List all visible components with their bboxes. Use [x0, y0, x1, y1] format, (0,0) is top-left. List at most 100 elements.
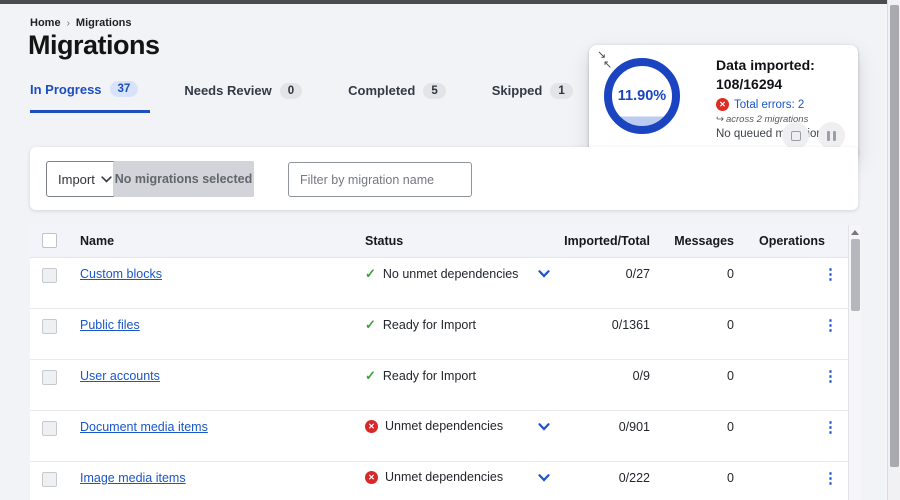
table-row: Custom blocks ✓ No unmet dependencies 0/…: [30, 258, 848, 309]
messages-cell: 0: [727, 267, 734, 281]
total-errors-row: ✕ Total errors: 2: [716, 98, 852, 111]
error-circle-icon: ✕: [716, 98, 729, 111]
tab-count-badge: 0: [279, 82, 303, 99]
migration-link[interactable]: Public files: [80, 318, 140, 332]
column-header-messages: Messages: [674, 234, 734, 248]
data-imported-value: 108/16294: [716, 76, 783, 92]
table-row: Image media items ✕ Unmet dependencies 0…: [30, 462, 848, 500]
operations-kebab-icon[interactable]: ⋮: [823, 266, 838, 284]
page-scrollbar-thumb[interactable]: [890, 5, 899, 467]
actions-toolbar: Import No migrations selected: [30, 147, 858, 210]
expand-chevron-icon[interactable]: [538, 270, 550, 278]
progress-circle: 11.90%: [604, 58, 680, 134]
page-scrollbar[interactable]: [887, 0, 900, 500]
column-header-imported-total: Imported/Total: [564, 234, 650, 248]
breadcrumb-home-link[interactable]: Home: [30, 17, 61, 29]
status-cell: ✓ Ready for Import: [365, 368, 476, 384]
data-imported-label: Data imported:: [716, 57, 815, 73]
imported-total-cell: 0/1361: [611, 318, 650, 332]
imported-total-cell: 0/222: [618, 471, 650, 485]
across-arrow-icon: ↪: [716, 114, 724, 125]
operations-kebab-icon[interactable]: ⋮: [823, 419, 838, 437]
operations-kebab-icon[interactable]: ⋮: [823, 317, 838, 335]
migration-link[interactable]: Custom blocks: [80, 267, 162, 281]
status-text: Ready for Import: [382, 369, 476, 383]
migration-link[interactable]: Image media items: [80, 471, 186, 485]
chevron-down-icon: [101, 175, 112, 183]
check-icon: ✓: [365, 368, 376, 383]
import-label: Import: [58, 171, 95, 187]
tab-count-badge: 1: [550, 82, 573, 99]
tab-needs-review[interactable]: Needs Review 0: [184, 79, 314, 113]
tab-count-badge: 5: [423, 82, 446, 99]
status-cell: ✓ No unmet dependencies: [365, 266, 518, 282]
migration-link[interactable]: Document media items: [80, 420, 208, 434]
operations-kebab-icon[interactable]: ⋮: [823, 368, 838, 386]
expand-chevron-icon[interactable]: [538, 423, 550, 431]
no-migrations-selected-button[interactable]: No migrations selected: [113, 161, 254, 197]
status-text: Unmet dependencies: [385, 470, 504, 484]
page-title: Migrations: [28, 30, 160, 60]
pause-button[interactable]: [818, 122, 845, 149]
stop-icon: [790, 130, 801, 141]
row-checkbox[interactable]: [42, 472, 57, 487]
scrollbar-up-arrow-icon[interactable]: [851, 230, 859, 235]
total-errors-link[interactable]: Total errors: 2: [734, 99, 804, 111]
import-progress-card: ↘ ↖ 11.90% Data imported: 108/16294 ✕ To…: [589, 45, 858, 160]
table-row: Public files ✓ Ready for Import 0/1361 0…: [30, 309, 848, 360]
column-header-status: Status: [365, 234, 404, 248]
table-body: Custom blocks ✓ No unmet dependencies 0/…: [30, 258, 848, 500]
status-text: No unmet dependencies: [382, 267, 519, 281]
breadcrumb: Home › Migrations: [30, 17, 132, 29]
row-checkbox[interactable]: [42, 421, 57, 436]
tab-count-badge: 37: [109, 81, 139, 97]
select-all-checkbox[interactable]: [42, 233, 57, 248]
row-checkbox[interactable]: [42, 370, 57, 385]
table-header-row: Name Status Imported/Total Messages Oper…: [30, 225, 848, 258]
check-icon: ✓: [365, 266, 376, 281]
column-header-name: Name: [80, 234, 115, 248]
error-circle-icon: ✕: [365, 419, 378, 433]
status-text: Ready for Import: [382, 318, 476, 332]
resize-handle-icon[interactable]: ↖: [603, 58, 612, 71]
operations-kebab-icon[interactable]: ⋮: [823, 470, 838, 488]
column-header-operations: Operations: [759, 234, 825, 248]
stop-button[interactable]: [782, 122, 809, 149]
expand-chevron-icon[interactable]: [538, 474, 550, 482]
table-scrollbar-thumb[interactable]: [851, 239, 860, 311]
imported-total-cell: 0/27: [625, 267, 650, 281]
tab-skipped[interactable]: Skipped 1: [492, 79, 585, 113]
table-scrollbar[interactable]: [848, 225, 861, 500]
progress-card-buttons: [782, 122, 845, 149]
tab-label: In Progress: [30, 81, 102, 97]
row-checkbox[interactable]: [42, 319, 57, 334]
status-cell: ✕ Unmet dependencies: [365, 419, 503, 433]
breadcrumb-separator-icon: ›: [66, 17, 70, 29]
breadcrumb-current: Migrations: [75, 17, 132, 29]
migrations-table: Name Status Imported/Total Messages Oper…: [30, 225, 861, 500]
imported-total-cell: 0/901: [618, 420, 650, 434]
migration-link[interactable]: User accounts: [80, 369, 160, 383]
table-row: User accounts ✓ Ready for Import 0/9 0 ⋮: [30, 360, 848, 411]
tab-label: Skipped: [491, 83, 543, 98]
error-circle-icon: ✕: [365, 470, 378, 484]
messages-cell: 0: [727, 471, 734, 485]
table-row: Document media items ✕ Unmet dependencie…: [30, 411, 848, 462]
pause-icon: [827, 130, 836, 141]
tab-label: Needs Review: [184, 83, 272, 98]
messages-cell: 0: [727, 420, 734, 434]
tab-completed[interactable]: Completed 5: [348, 79, 458, 113]
status-cell: ✕ Unmet dependencies: [365, 470, 503, 484]
filter-input[interactable]: [288, 162, 472, 197]
progress-percent: 11.90%: [617, 88, 667, 104]
check-icon: ✓: [365, 317, 376, 332]
row-checkbox[interactable]: [42, 268, 57, 283]
window-top-bar: [0, 0, 900, 4]
tab-label: Completed: [348, 83, 416, 98]
status-text: Unmet dependencies: [385, 419, 504, 433]
messages-cell: 0: [727, 369, 734, 383]
imported-total-cell: 0/9: [632, 369, 650, 383]
status-cell: ✓ Ready for Import: [365, 317, 476, 333]
messages-cell: 0: [727, 318, 734, 332]
tab-in-progress[interactable]: In Progress 37: [30, 79, 151, 113]
